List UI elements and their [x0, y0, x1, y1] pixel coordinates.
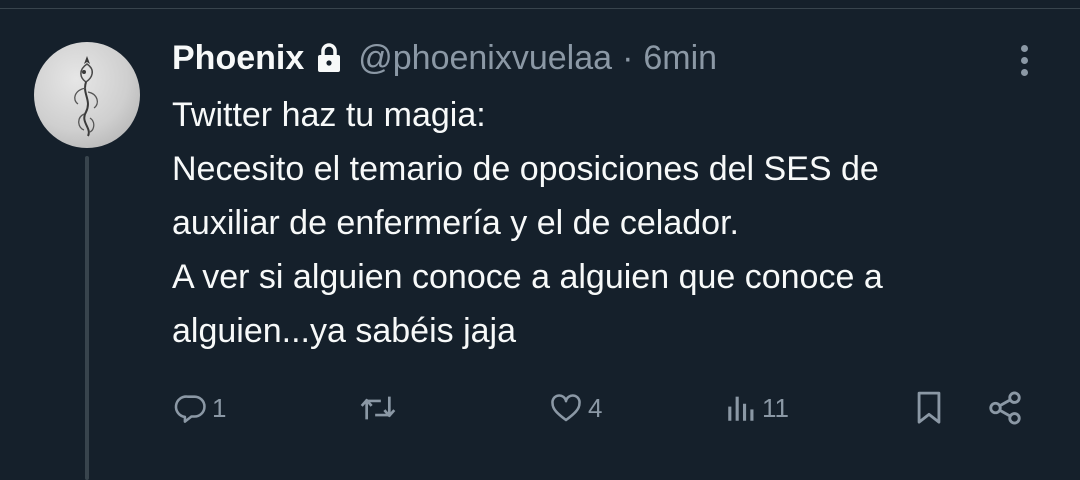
- tweet-text: Twitter haz tu magia: Necesito el temari…: [172, 88, 1062, 358]
- more-options-button[interactable]: [1006, 38, 1042, 82]
- like-button[interactable]: 4: [548, 386, 602, 430]
- retweet-icon: [360, 396, 396, 420]
- bookmark-icon: [917, 391, 941, 424]
- display-name[interactable]: Phoenix: [172, 39, 304, 78]
- separator-dot: ·: [622, 38, 634, 77]
- retweet-button[interactable]: [358, 386, 402, 430]
- user-handle[interactable]: @phoenixvuelaa: [358, 39, 612, 78]
- reply-button[interactable]: 1: [174, 386, 226, 430]
- tweet-line: auxiliar de enfermería y el de celador.: [172, 204, 739, 242]
- tweet-line: Twitter haz tu magia:: [172, 96, 486, 134]
- phoenix-tattoo-image: [74, 56, 99, 137]
- tweet-line: alguien...ya sabéis jaja: [172, 312, 517, 350]
- share-button[interactable]: [986, 386, 1024, 430]
- heart-icon: [551, 394, 581, 422]
- lock-icon: [316, 42, 342, 74]
- views-count: 11: [762, 392, 789, 423]
- share-icon: [989, 391, 1021, 425]
- top-divider: [0, 8, 1080, 9]
- timestamp[interactable]: 6min: [643, 39, 717, 78]
- tweet-line: A ver si alguien conoce a alguien que co…: [172, 258, 883, 296]
- reply-icon: [174, 395, 206, 423]
- views-icon: [728, 396, 754, 421]
- bookmark-button[interactable]: [912, 386, 946, 430]
- more-vertical-icon: [1020, 44, 1028, 52]
- reply-count: 1: [212, 392, 227, 423]
- tweet-line: Necesito el temario de oposiciones del S…: [172, 150, 879, 188]
- like-count: 4: [588, 392, 603, 423]
- avatar[interactable]: [34, 42, 140, 148]
- thread-line: [85, 156, 89, 480]
- views-button[interactable]: 11: [724, 386, 789, 430]
- action-bar: 1 4 11: [172, 386, 1042, 430]
- tweet-header: Phoenix @phoenixvuelaa · 6min: [172, 36, 717, 80]
